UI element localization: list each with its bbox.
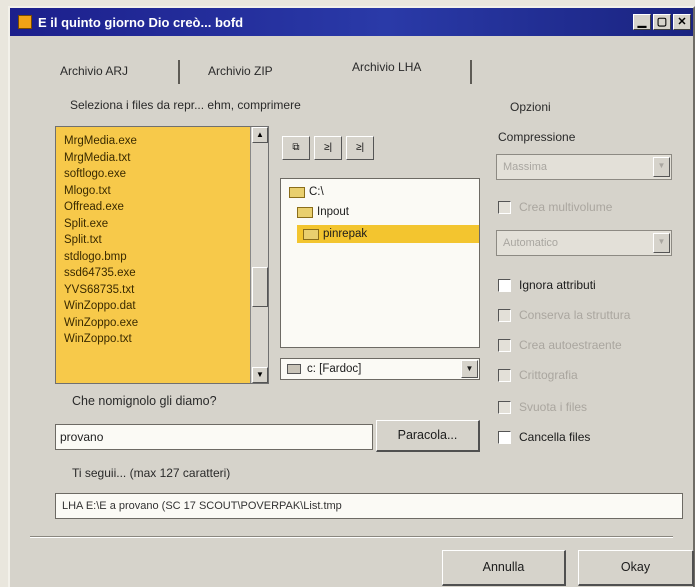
list-item[interactable]: Split.exe <box>64 216 138 233</box>
dir-label: pinrepak <box>323 228 368 240</box>
move-one-button[interactable]: ≥| <box>314 136 342 160</box>
folder-icon <box>297 206 313 218</box>
list-item[interactable]: ssd64735.exe <box>64 265 138 282</box>
folder-open-icon <box>303 228 319 240</box>
tab-separator <box>178 60 180 84</box>
browse-button[interactable]: Paracola... <box>376 420 480 452</box>
window-controls: ▁ ▢ ✕ <box>633 14 691 30</box>
chevron-down-icon[interactable]: ▼ <box>461 360 478 378</box>
app-icon[interactable] <box>18 15 32 29</box>
dir-label: C:\ <box>309 186 324 198</box>
dir-item[interactable]: C:\ <box>289 183 324 201</box>
checkbox-box[interactable] <box>498 338 511 352</box>
checkbox-box[interactable] <box>498 278 511 292</box>
checkbox-label: Ignora attributi <box>519 278 596 292</box>
list-item[interactable]: softlogo.exe <box>64 166 138 183</box>
copy-files-button[interactable]: ⧉ <box>282 136 310 160</box>
ignore-attributes-checkbox[interactable]: Ignora attributi <box>498 278 596 292</box>
dir-label: Inpout <box>317 206 349 218</box>
files-group-label: Seleziona i files da repr... ehm, compri… <box>70 98 301 112</box>
multivolume-label: Crea multivolume <box>519 200 613 214</box>
list-item[interactable]: WinZoppo.dat <box>64 298 138 315</box>
list-item[interactable]: MrgMedia.exe <box>64 133 138 150</box>
checkbox-label: Crea autoestraente <box>519 338 622 352</box>
checkbox-box[interactable] <box>498 430 511 444</box>
checkbox-label: Cancella files <box>519 430 591 444</box>
checkbox-box[interactable] <box>498 308 511 322</box>
checkbox-box[interactable] <box>498 368 511 382</box>
close-button[interactable]: ✕ <box>673 14 691 30</box>
compression-value: Massima <box>503 161 548 173</box>
minimize-button[interactable]: ▁ <box>633 14 651 30</box>
directory-tree[interactable]: C:\ Inpout pinrepak <box>280 178 480 348</box>
list-item[interactable]: stdlogo.bmp <box>64 249 138 266</box>
compression-label: Compressione <box>498 130 576 144</box>
list-item[interactable]: WinZoppo.exe <box>64 315 138 332</box>
list-item[interactable]: MrgMedia.txt <box>64 150 138 167</box>
cancel-button[interactable]: Annulla <box>442 550 566 586</box>
file-list-scrollbar[interactable]: ▲ ▼ <box>250 127 268 383</box>
drive-select[interactable]: c: [Fardoc] ▼ <box>280 358 480 380</box>
move-all-button[interactable]: ≥| <box>346 136 374 160</box>
main-window: E il quinto giorno Dio creò... bofd ▁ ▢ … <box>8 6 695 587</box>
tab-arj[interactable]: Archivio ARJ <box>60 64 128 78</box>
folder-icon <box>289 186 305 198</box>
list-item[interactable]: WinZoppo.txt <box>64 331 138 348</box>
drive-icon <box>287 364 301 374</box>
scroll-up-icon[interactable]: ▲ <box>252 127 268 143</box>
scroll-down-icon[interactable]: ▼ <box>252 367 268 383</box>
tab-zip[interactable]: Archivio ZIP <box>208 64 273 78</box>
tab-lha[interactable]: Archivio LHA <box>352 60 421 74</box>
dir-item-selected[interactable]: pinrepak <box>297 225 479 243</box>
chevron-down-icon[interactable]: ▼ <box>653 233 670 253</box>
tab-separator <box>470 60 472 84</box>
command-label: Ti seguii... (max 127 caratteri) <box>72 466 231 480</box>
scroll-thumb[interactable] <box>252 267 268 307</box>
list-item[interactable]: Split.txt <box>64 232 138 249</box>
list-item[interactable]: YVS68735.txt <box>64 282 138 299</box>
title-bar[interactable]: E il quinto giorno Dio creò... bofd ▁ ▢ … <box>10 8 693 36</box>
compression-select[interactable]: Massima ▼ <box>496 154 672 180</box>
delete-files-checkbox[interactable]: Cancella files <box>498 430 590 444</box>
checkbox-box[interactable] <box>498 200 511 214</box>
self-extracting-checkbox[interactable]: Crea autoestraente <box>498 338 622 352</box>
archive-name-input[interactable]: provano <box>55 424 373 450</box>
encryption-checkbox[interactable]: Crittografia <box>498 368 578 382</box>
drive-label: c: [Fardoc] <box>307 363 362 375</box>
command-line-field[interactable]: LHA E:\E a provano (SC 17 SCOUT\POVERPAK… <box>55 493 683 519</box>
ok-button[interactable]: Okay <box>578 550 694 586</box>
dir-item[interactable]: Inpout <box>297 203 349 221</box>
checkbox-label: Svuota i files <box>519 400 588 414</box>
options-group-label: Opzioni <box>510 100 551 114</box>
keep-structure-checkbox[interactable]: Conserva la struttura <box>498 308 630 322</box>
checkbox-label: Conserva la struttura <box>519 308 631 322</box>
maximize-button[interactable]: ▢ <box>653 14 671 30</box>
file-list[interactable]: MrgMedia.exe MrgMedia.txt softlogo.exe M… <box>55 126 269 384</box>
checkbox-label: Crittografia <box>519 368 578 382</box>
checkbox-box[interactable] <box>498 400 511 414</box>
empty-files-checkbox[interactable]: Svuota i files <box>498 400 587 414</box>
list-item[interactable]: Mlogo.txt <box>64 183 138 200</box>
volume-size-select[interactable]: Automatico ▼ <box>496 230 672 256</box>
divider <box>30 536 673 538</box>
list-item[interactable]: Offread.exe <box>64 199 138 216</box>
window-title: E il quinto giorno Dio creò... bofd <box>38 14 244 30</box>
multivolume-checkbox[interactable]: Crea multivolume <box>498 200 612 214</box>
chevron-down-icon[interactable]: ▼ <box>653 157 670 177</box>
name-prompt-label: Che nomignolo gli diamo? <box>72 394 217 408</box>
volume-size-value: Automatico <box>503 237 559 249</box>
